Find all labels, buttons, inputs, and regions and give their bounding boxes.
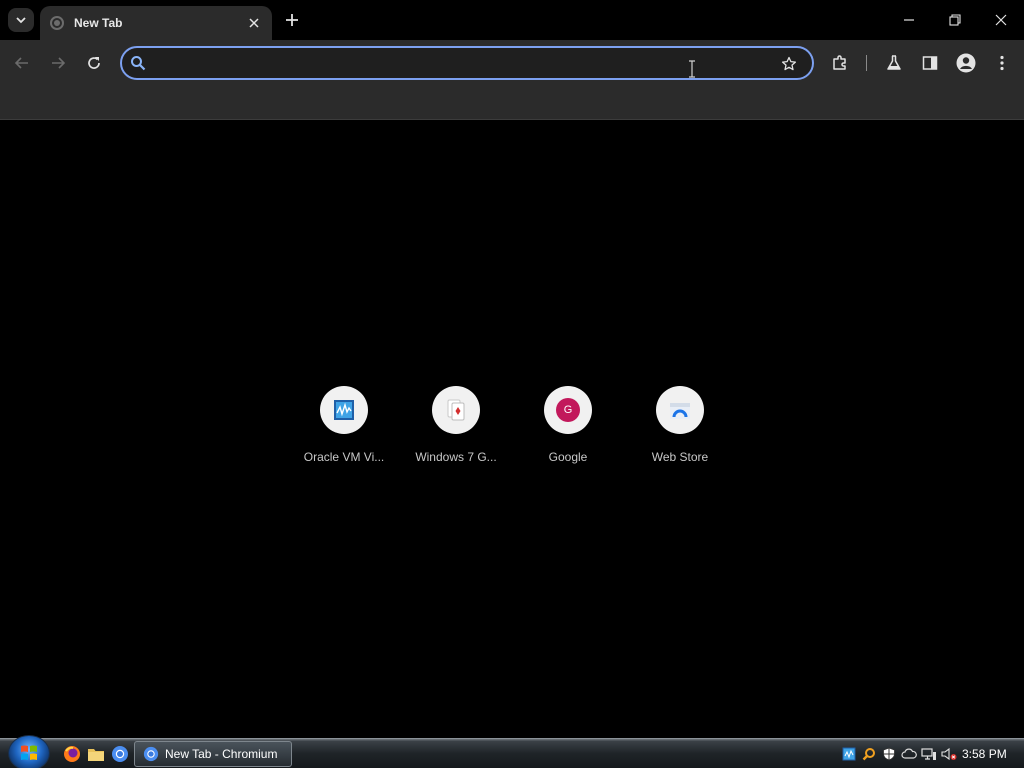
avatar-icon [956, 53, 976, 73]
shortcut-icon-circle [656, 386, 704, 434]
tray-search[interactable] [860, 745, 878, 763]
tab-close-button[interactable] [246, 15, 262, 31]
quicklaunch-explorer[interactable] [86, 744, 106, 764]
windows-logo-icon [21, 745, 37, 760]
restore-icon [949, 14, 961, 26]
profile-button[interactable] [952, 49, 980, 77]
speaker-muted-icon [941, 747, 957, 761]
flask-icon [887, 55, 901, 70]
toolbar [0, 40, 1024, 86]
shortcut-title: Google [548, 450, 588, 464]
network-icon [921, 748, 936, 760]
puzzle-icon [833, 55, 846, 70]
tab-search-button[interactable] [8, 8, 34, 32]
quicklaunch-firefox[interactable] [62, 744, 82, 764]
menu-button[interactable] [988, 49, 1016, 77]
magnifier-icon [862, 748, 875, 761]
system-tray [840, 739, 960, 768]
reload-icon [88, 57, 100, 69]
chromium-icon [112, 746, 128, 762]
restore-button[interactable] [932, 0, 978, 40]
search-icon [131, 56, 146, 71]
bookmarks-bar [0, 86, 1024, 120]
cloud-icon [901, 748, 917, 759]
shortcut-tile[interactable]: G Google [512, 386, 624, 476]
plus-icon [286, 14, 298, 26]
chromium-icon [143, 746, 159, 762]
tray-virtualbox[interactable] [840, 745, 858, 763]
taskbar-window-label: New Tab - Chromium [165, 747, 278, 761]
shortcut-tile[interactable]: Web Store [624, 386, 736, 476]
shortcut-tile[interactable]: Oracle VM Vi... [288, 386, 400, 476]
address-input[interactable] [154, 52, 774, 74]
arrow-right-icon [52, 57, 66, 69]
arrow-left-icon [14, 57, 28, 69]
tray-security[interactable] [880, 745, 898, 763]
tray-onedrive[interactable] [900, 745, 918, 763]
minimize-icon [904, 19, 914, 21]
virtualbox-icon [334, 400, 354, 420]
close-icon [249, 18, 259, 28]
quicklaunch-chromium[interactable] [110, 744, 130, 764]
shortcut-icon-circle: G [544, 386, 592, 434]
minimize-button[interactable] [886, 0, 932, 40]
tray-network[interactable] [920, 745, 938, 763]
shortcut-title: Web Store [651, 450, 709, 464]
taskbar-window-button[interactable]: New Tab - Chromium [134, 741, 292, 767]
screen: New Tab Oracle VM Vi... Windows 7 G... G… [0, 0, 1024, 768]
side-panel-icon [922, 56, 938, 70]
close-window-button[interactable] [978, 0, 1024, 40]
star-icon [781, 56, 797, 71]
taskbar-clock[interactable]: 3:58 PM [962, 747, 1007, 761]
side-panel-button[interactable] [916, 49, 944, 77]
firefox-icon [64, 746, 80, 762]
globe-icon [50, 16, 64, 30]
shortcut-title: Windows 7 G... [415, 450, 497, 464]
shortcut-title: Oracle VM Vi... [303, 450, 385, 464]
tab-strip: New Tab [0, 0, 1024, 40]
shortcut-icon-circle [320, 386, 368, 434]
extensions-button[interactable] [826, 49, 854, 77]
tab-title: New Tab [74, 16, 123, 30]
text-cursor-icon [689, 60, 695, 78]
folder-icon [88, 749, 104, 761]
tray-volume[interactable] [940, 745, 958, 763]
bookmark-star-button[interactable] [780, 55, 798, 73]
forward-button[interactable] [44, 49, 72, 77]
chevron-down-icon [16, 17, 26, 24]
back-button[interactable] [8, 49, 36, 77]
close-icon [995, 14, 1007, 26]
letter-g-icon: G [556, 398, 580, 422]
more-vert-icon [1000, 55, 1004, 71]
shortcut-tile[interactable]: Windows 7 G... [400, 386, 512, 476]
toolbar-separator [866, 55, 867, 71]
shortcuts-grid: Oracle VM Vi... Windows 7 G... G Google … [288, 386, 736, 476]
new-tab-button[interactable] [280, 8, 304, 32]
webstore-icon [670, 403, 690, 419]
reload-button[interactable] [80, 49, 108, 77]
new-tab-page: Oracle VM Vi... Windows 7 G... G Google … [0, 121, 1024, 737]
address-bar[interactable] [120, 46, 814, 80]
shield-icon [883, 747, 895, 761]
labs-button[interactable] [880, 49, 908, 77]
tab-new-tab[interactable]: New Tab [40, 6, 272, 40]
virtualbox-icon [842, 747, 856, 761]
taskbar: New Tab - Chromium 3:58 PM [0, 735, 1024, 768]
shortcut-icon-circle [432, 386, 480, 434]
start-button[interactable] [8, 735, 50, 768]
playing-card-icon [447, 399, 465, 421]
shortcut-letter: G [563, 404, 573, 416]
